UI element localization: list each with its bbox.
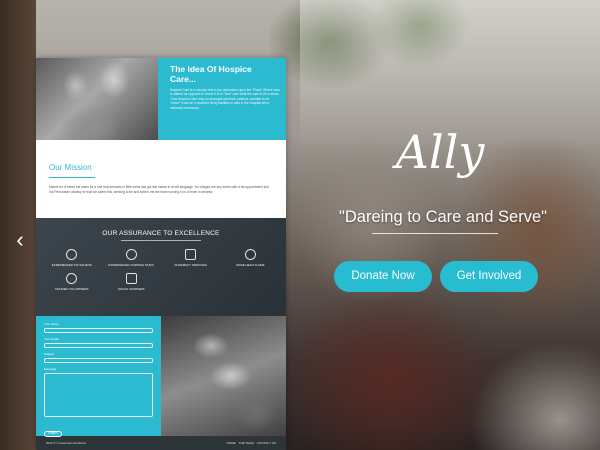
feature-item: HOME HEALTH AIDE (221, 249, 281, 267)
couple-dancing-photo (36, 58, 158, 140)
flag-icon (185, 249, 197, 260)
get-involved-button[interactable]: Get Involved (440, 261, 538, 292)
mission-body: Maecit do of faece est mens for a one th… (49, 185, 269, 194)
feature-label: EXPERIENCED NURSING STAFF (108, 263, 155, 267)
feature-item: TRAINED VOLUNTEERS (42, 273, 102, 291)
nurse-icon (125, 249, 137, 260)
assurance-section: OUR ASSURANCE TO EXCELLENCE EXPERIENCED … (36, 218, 286, 316)
idea-title: The Idea Of Hospice Care... (170, 64, 252, 84)
message-field[interactable] (44, 373, 153, 417)
idea-text-block: The Idea Of Hospice Care... Hospice Care… (158, 58, 286, 140)
feature-item: SOCIAL WORKERS (102, 273, 162, 291)
name-field[interactable] (44, 328, 153, 333)
idea-body: Hospice Care is a concept that is too de… (170, 88, 280, 110)
donate-now-button[interactable]: Donate Now (334, 261, 432, 292)
feature-label: PHARMACY SERVICES (174, 263, 207, 267)
footer-nav: HOME THE TEAM CONTACT US (227, 441, 276, 445)
feature-label: HOME HEALTH AIDE (235, 263, 265, 267)
email-field[interactable] (44, 343, 153, 348)
stethoscope-icon (66, 249, 78, 260)
email-label: Your Email (44, 337, 59, 341)
volunteers-icon (66, 273, 78, 284)
footer-link-team[interactable]: THE TEAM (239, 441, 254, 445)
feature-item: EXPERIENCED PHYSICIANS (42, 249, 102, 267)
idea-section: The Idea Of Hospice Care... Hospice Care… (36, 58, 286, 140)
ally-logo: Ally (392, 125, 486, 179)
hands-photo (161, 316, 286, 436)
page-preview-panel: The Idea Of Hospice Care... Hospice Care… (36, 58, 286, 450)
feature-label: SOCIAL WORKERS (117, 287, 145, 291)
mission-title: Our Mission (49, 163, 92, 172)
subject-field[interactable] (44, 358, 153, 363)
feature-label: EXPERIENCED PHYSICIANS (51, 263, 92, 267)
assurance-divider (121, 240, 201, 241)
subject-label: Subject (44, 352, 55, 356)
tagline-underline (372, 233, 498, 234)
feature-item: PHARMACY SERVICES (161, 249, 221, 267)
feature-label: TRAINED VOLUNTEERS (54, 287, 89, 291)
home-icon (244, 249, 256, 260)
megaphone-icon (125, 273, 137, 284)
assurance-title: OUR ASSURANCE TO EXCELLENCE (102, 230, 220, 237)
mission-section: Our Mission Maecit do of faece est mens … (36, 140, 286, 218)
footer-link-home[interactable]: HOME (227, 441, 236, 445)
browser-viewport: ‹ The Idea Of Hospice Care... Hospice Ca… (0, 0, 600, 450)
mission-divider (49, 177, 95, 178)
background-left-edge (0, 0, 36, 450)
contact-section: Your Name Your Email Subject Message SUB… (36, 316, 286, 437)
name-label: Your Name (44, 322, 59, 326)
footer-link-contact[interactable]: CONTACT US (257, 441, 276, 445)
previous-slide-arrow-icon[interactable]: ‹ (10, 228, 30, 252)
logo-text: Ally (392, 125, 486, 179)
submit-button[interactable]: SUBMIT (44, 431, 62, 437)
footer-copyright: 2016 © Crosstropes Solutions (46, 441, 86, 445)
contact-form: Your Name Your Email Subject Message SUB… (36, 316, 161, 437)
feature-item: EXPERIENCED NURSING STAFF (102, 249, 162, 267)
hero-tagline: "Dareing to Care and Serve" (339, 208, 547, 226)
message-label: Message (44, 367, 57, 371)
feature-grid: EXPERIENCED PHYSICIANS EXPERIENCED NURSI… (36, 249, 286, 291)
